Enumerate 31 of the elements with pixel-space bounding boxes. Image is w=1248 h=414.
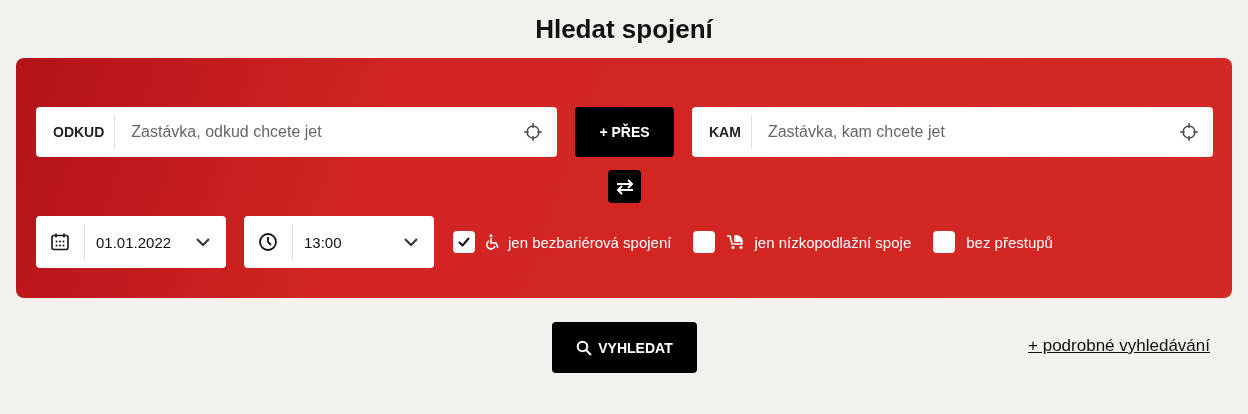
locate-icon[interactable] — [1179, 122, 1199, 142]
locate-icon[interactable] — [523, 122, 543, 142]
clock-icon — [258, 232, 278, 252]
chevron-down-icon — [196, 237, 210, 247]
date-value: 01.01.2022 — [95, 233, 173, 251]
checkmark-icon — [458, 237, 470, 247]
field-label: KAM — [692, 115, 752, 149]
stop-field[interactable]: KAM Zastávka, kam chcete jet — [692, 107, 1213, 157]
calendar-icon — [50, 232, 70, 252]
option-label[interactable]: jen bezbariérová spojení — [508, 233, 672, 251]
field-label: ODKUD — [36, 115, 116, 149]
checkbox[interactable] — [933, 231, 956, 253]
swap-arrows-icon — [614, 178, 635, 195]
time-select[interactable]: 13:00 — [244, 216, 434, 268]
stop-input[interactable]: Zastávka, odkud chcete jet — [115, 123, 523, 141]
time-value: 13:00 — [303, 233, 343, 251]
checkbox[interactable] — [453, 231, 475, 253]
search-button[interactable]: VYHLEDAT — [552, 322, 697, 373]
option-label[interactable]: bez přestupů — [966, 233, 1053, 251]
stop-field[interactable]: ODKUD Zastávka, odkud chcete jet — [36, 107, 557, 157]
checkbox[interactable] — [693, 231, 716, 253]
option-label[interactable]: jen nízkopodlažní spoje — [754, 233, 912, 251]
via-button[interactable]: + PŘES — [575, 107, 674, 157]
wheelchair-icon — [486, 234, 500, 250]
search-icon — [576, 339, 593, 356]
date-select[interactable]: 01.01.2022 — [36, 216, 226, 268]
advanced-search-link[interactable]: + podrobné vyhledávání — [1028, 336, 1210, 356]
page-title: Hledat spojení — [534, 12, 715, 46]
chevron-down-icon — [404, 237, 418, 247]
stop-input[interactable]: Zastávka, kam chcete jet — [751, 123, 1179, 141]
swap-button[interactable] — [608, 170, 641, 203]
